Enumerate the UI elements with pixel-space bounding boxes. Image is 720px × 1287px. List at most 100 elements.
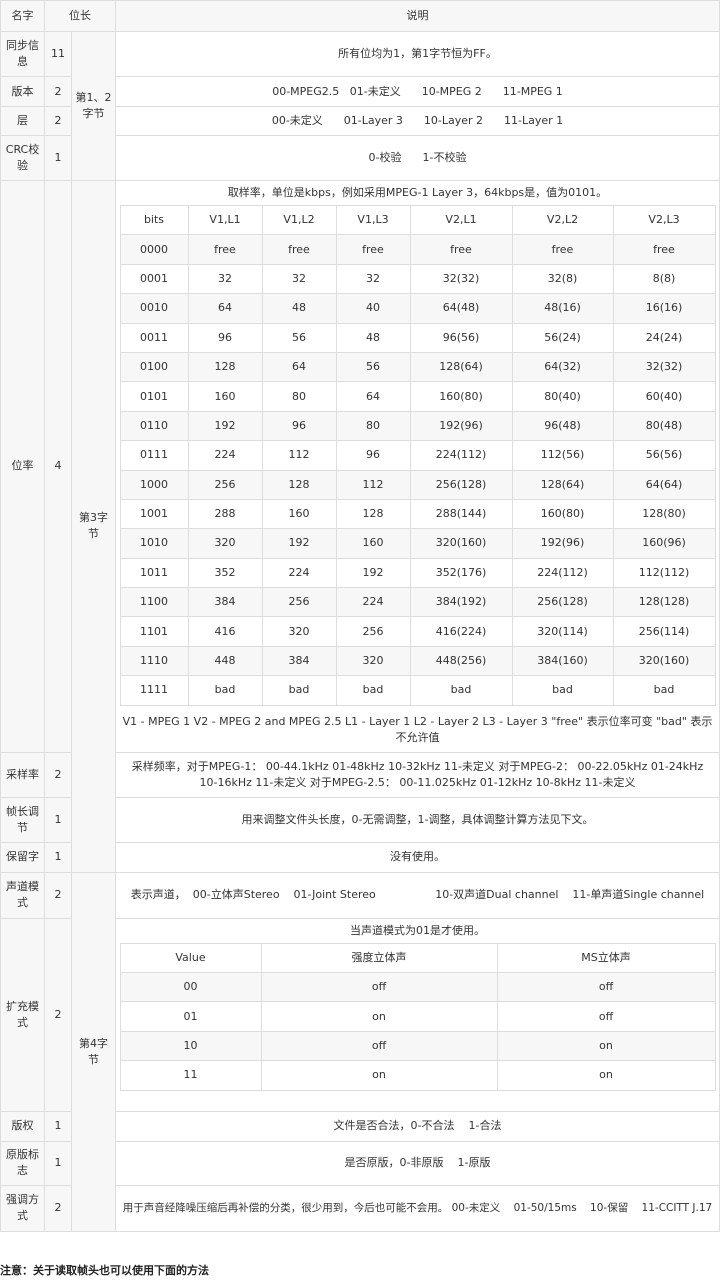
table-cell: on [260, 1060, 498, 1091]
table-cell: on [496, 1060, 716, 1091]
table-cell: 320 [261, 616, 337, 647]
table-cell: 128 [261, 469, 337, 500]
table-cell: 56(24) [511, 322, 614, 353]
bitrate-row: 0000 free free free free free free [119, 234, 716, 265]
table-cell: 224 [187, 440, 263, 471]
table-cell: free [187, 234, 263, 265]
table-cell: off [496, 972, 716, 1003]
table-cell: 0100 [119, 351, 189, 383]
table-cell: 448(256) [409, 645, 513, 677]
row-name: CRC校验 [0, 135, 45, 181]
row-bits: 1 [44, 1140, 72, 1186]
table-cell: 352 [187, 557, 263, 589]
row-desc: 00-未定义 01-Layer 3 10-Layer 2 11-Layer 1 [115, 106, 720, 136]
table-cell: 192 [335, 557, 411, 589]
row-channel: 声道模式 2 第4字节 表示声道， 00-立体声Stereo 01-Joint … [0, 871, 720, 1232]
bitrate-caption: 取样率，单位是kbps，例如采用MPEG-1 Layer 3，64kbps是，值… [227, 186, 608, 199]
table-cell: 64(48) [409, 293, 513, 324]
column-header: MS立体声 [496, 942, 716, 974]
column-header: 强度立体声 [260, 942, 498, 974]
row-name: 保留字 [0, 841, 45, 873]
table-cell: off [260, 972, 498, 1003]
row-name: 声道模式 [0, 871, 45, 919]
table-cell: off [260, 1030, 498, 1062]
table-cell: 320(114) [511, 616, 614, 647]
table-cell: 1000 [119, 469, 189, 500]
table-cell: 224 [335, 587, 411, 618]
table-cell: 32(8) [511, 263, 614, 295]
row-name: 层 [0, 106, 45, 136]
table-cell: free [409, 234, 513, 265]
table-cell: 1011 [119, 557, 189, 589]
table-cell: 0101 [119, 381, 189, 412]
table-cell: 80(40) [511, 381, 614, 412]
note-text: 注意：关于读取帧头也可以使用下面的方法 [0, 1264, 209, 1277]
bitrate-row: 1001 288 160 128 288(144) 160(80) 128(80) [119, 498, 716, 530]
frame-header-table: 名字 位长 说明 同步信息 11 第1、2字节 所有位均为1，第1字节恒为FF。… [0, 0, 720, 1232]
table-cell: 128(128) [612, 587, 716, 618]
row-bits: 2 [44, 76, 72, 107]
table-cell: 256(114) [612, 616, 716, 647]
modeext-row-header: Value 强度立体声 MS立体声 [119, 942, 716, 974]
table-cell: on [496, 1030, 716, 1062]
modeext-row: 10 off on [119, 1030, 716, 1062]
table-cell: 112(56) [511, 440, 614, 471]
row-bits: 1 [44, 1110, 72, 1142]
table-cell: 32(32) [612, 351, 716, 383]
table-cell: 1111 [119, 675, 189, 706]
row-name: 位率 [0, 180, 45, 753]
bitrate-row: 1100 384 256 224 384(192) 256(128) 128(128) [119, 587, 716, 618]
table-cell: 1010 [119, 528, 189, 559]
row-bits: 2 [44, 871, 72, 919]
table-cell: 320(160) [612, 645, 716, 677]
table-cell: 384 [261, 645, 337, 677]
position-bytes-1-2: 第1、2字节 [71, 31, 116, 181]
position-byte-3: 第3字节 [71, 180, 116, 873]
table-cell: 80(48) [612, 410, 716, 442]
table-cell: 64 [335, 381, 411, 412]
table-cell: 11 [119, 1060, 262, 1091]
row-desc: 是否原版，0-非原版 1-原版 [115, 1140, 720, 1186]
table-cell: 192(96) [511, 528, 614, 559]
table-cell: 96 [261, 410, 337, 442]
table-cell: 192 [187, 410, 263, 442]
table-cell: free [612, 234, 716, 265]
bitrate-row: 0111 224 112 96 224(112) 112(56) 56(56) [119, 440, 716, 471]
table-cell: 288(144) [409, 498, 513, 530]
table-cell: 384(192) [409, 587, 513, 618]
table-cell: 416(224) [409, 616, 513, 647]
table-cell: 112 [261, 440, 337, 471]
column-header: bits [119, 204, 189, 236]
row-bits: 1 [44, 135, 72, 181]
row-name: 版本 [0, 76, 45, 107]
table-cell: off [496, 1001, 716, 1032]
table-cell: 96 [335, 440, 411, 471]
bitrate-row: 0001 32 32 32 32(32) 32(8) 8(8) [119, 263, 716, 295]
modeext-row: 00 off off [119, 972, 716, 1003]
table-cell: 128 [335, 498, 411, 530]
table-cell: 112(112) [612, 557, 716, 589]
row-name: 强调方式 [0, 1184, 45, 1232]
table-cell: 48(16) [511, 293, 614, 324]
bitrate-row: 1111 bad bad bad bad bad bad [119, 675, 716, 706]
table-cell: 448 [187, 645, 263, 677]
table-cell: 56 [261, 322, 337, 353]
table-cell: 128(64) [409, 351, 513, 383]
table-cell: 384 [187, 587, 263, 618]
table-cell: bad [511, 675, 614, 706]
table-cell: 128 [187, 351, 263, 383]
row-desc: 没有使用。 [115, 841, 720, 873]
table-cell: free [261, 234, 337, 265]
table-cell: 384(160) [511, 645, 614, 677]
table-cell: 256 [261, 587, 337, 618]
modeext-table: Value 强度立体声 MS立体声 00 off off 01 on off 10 off on 11 o… [119, 942, 716, 1091]
table-cell: 48 [335, 322, 411, 353]
table-cell: 256(128) [409, 469, 513, 500]
header-name: 名字 [0, 0, 45, 32]
table-cell: bad [612, 675, 716, 706]
bitrate-row: 1110 448 384 320 448(256) 384(160) 320(160) [119, 645, 716, 677]
table-cell: free [335, 234, 411, 265]
row-bits: 1 [44, 796, 72, 843]
table-cell: 224 [261, 557, 337, 589]
table-cell: 8(8) [612, 263, 716, 295]
